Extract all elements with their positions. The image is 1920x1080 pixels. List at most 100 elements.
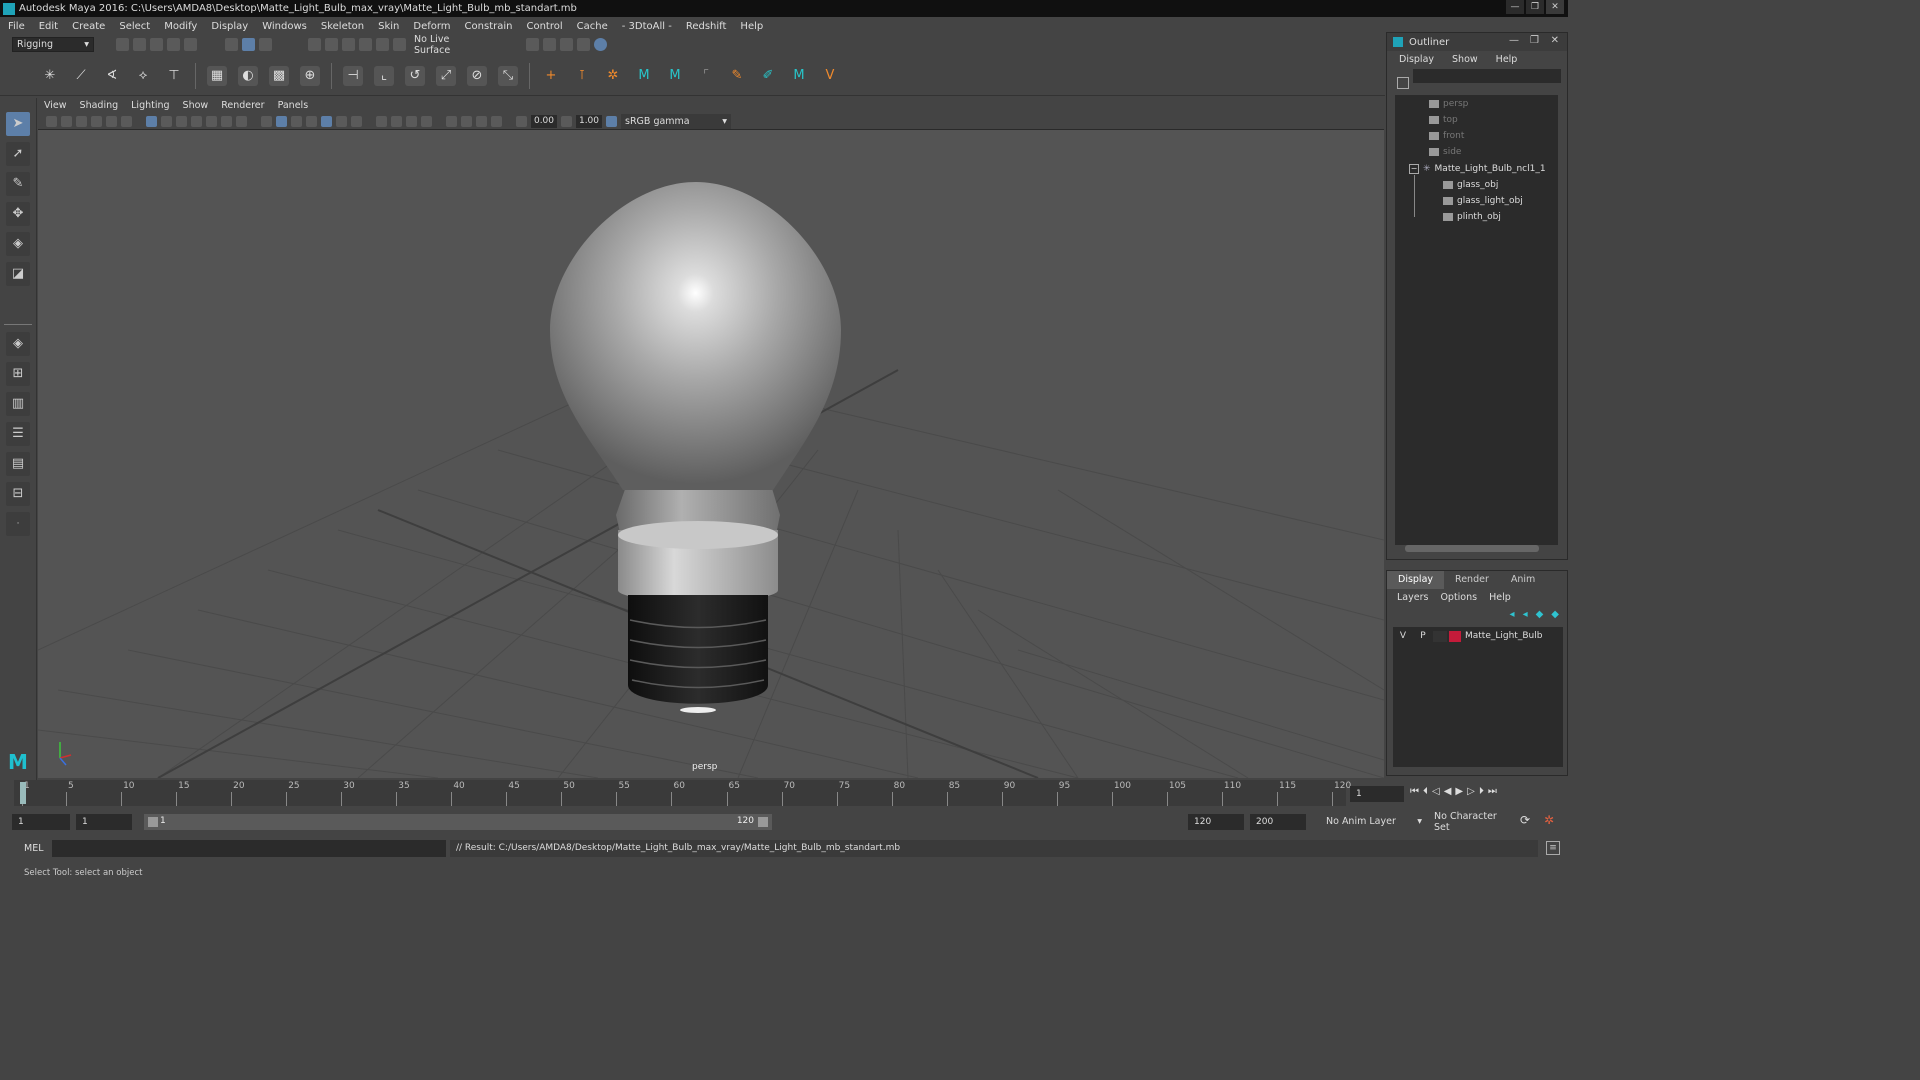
tab-anim[interactable]: Anim <box>1500 571 1546 589</box>
node-editor-layout-icon[interactable]: ⊟ <box>6 482 30 506</box>
tab-render[interactable]: Render <box>1444 571 1500 589</box>
script-editor-icon[interactable]: ≡ <box>1546 841 1560 855</box>
snap-curve-icon[interactable] <box>325 38 338 51</box>
refresh-icon[interactable] <box>1397 77 1409 89</box>
time-slider[interactable]: 1 5 10 15 20 25 30 35 40 45 50 55 60 65 70 75 80 85 90 95 10… <box>0 780 1568 808</box>
menu-skin[interactable]: Skin <box>378 21 399 32</box>
outliner-item-top[interactable]: top <box>1429 113 1458 127</box>
hik-character-icon[interactable]: M <box>665 66 685 86</box>
single-perspective-layout-icon[interactable]: ◈ <box>6 332 30 356</box>
new-layer-selected-icon[interactable]: ◆ <box>1551 609 1559 620</box>
select-component-icon[interactable] <box>259 38 272 51</box>
new-scene-icon[interactable] <box>116 38 129 51</box>
exposure-field[interactable]: 0.00 <box>531 114 557 128</box>
maximize-icon[interactable]: ❐ <box>1530 35 1539 46</box>
grease-pencil-icon[interactable] <box>121 115 132 127</box>
bind-skin-icon[interactable]: ▦ <box>207 65 227 86</box>
select-hierarchy-icon[interactable] <box>225 38 238 51</box>
wireframe-on-shaded-icon[interactable] <box>306 115 317 127</box>
viewport-menu-lighting[interactable]: Lighting <box>131 100 169 111</box>
pole-vector-icon[interactable]: ⤡ <box>498 65 518 86</box>
ik-spline-icon[interactable]: ∢ <box>102 66 122 86</box>
component-editor-icon[interactable]: ✐ <box>758 66 778 86</box>
viewport-menu-panels[interactable]: Panels <box>278 100 309 111</box>
four-view-layout-icon[interactable]: ⊞ <box>6 362 30 386</box>
layer-playback-toggle[interactable]: P <box>1413 631 1433 641</box>
maximize-button[interactable]: ❐ <box>1526 0 1544 14</box>
light-bulb-model[interactable] <box>550 182 841 713</box>
render-view-icon[interactable] <box>526 38 539 51</box>
blend-shape-icon[interactable]: V <box>820 66 840 86</box>
range-end-handle[interactable] <box>758 817 768 827</box>
hik-control-icon[interactable]: M <box>789 66 809 86</box>
menu-help[interactable]: Help <box>740 21 763 32</box>
menu-edit[interactable]: Edit <box>39 21 58 32</box>
menu-redshift[interactable]: Redshift <box>686 21 727 32</box>
outliner-search-input[interactable] <box>1413 69 1561 83</box>
auto-key-icon[interactable]: ⟳ <box>1520 813 1530 827</box>
playback-end-field[interactable]: 120 <box>1188 814 1244 830</box>
rotate-tool-icon[interactable]: ◈ <box>6 232 30 256</box>
redo-icon[interactable] <box>184 38 197 51</box>
select-object-icon[interactable] <box>242 38 255 51</box>
smooth-bind-icon[interactable]: ◐ <box>238 65 258 86</box>
motion-blur-icon[interactable] <box>391 115 402 127</box>
locator-icon[interactable]: + <box>541 66 561 86</box>
parent-constraint-icon[interactable]: ⊣ <box>343 65 363 86</box>
viewport-menu-view[interactable]: View <box>44 100 67 111</box>
snap-view-icon[interactable] <box>359 38 372 51</box>
layers-menu-help[interactable]: Help <box>1489 592 1511 603</box>
film-gate-icon[interactable] <box>161 115 172 127</box>
resolution-gate-icon[interactable] <box>176 115 187 127</box>
depth-of-field-icon[interactable] <box>421 115 432 127</box>
camera-attributes-icon[interactable] <box>61 115 72 127</box>
outliner-menu-display[interactable]: Display <box>1399 54 1434 65</box>
save-scene-icon[interactable] <box>150 38 163 51</box>
move-layer-down-icon[interactable]: ◂ <box>1523 609 1528 620</box>
preferences-icon[interactable]: ✲ <box>1544 813 1554 827</box>
snap-magnet-icon[interactable] <box>393 38 406 51</box>
current-time-indicator[interactable] <box>20 782 26 804</box>
step-back-key-icon[interactable]: ⏴ <box>1423 786 1428 797</box>
live-surface-field[interactable]: No Live Surface <box>410 34 488 56</box>
paint-select-icon[interactable]: ✎ <box>6 172 30 196</box>
menu-select[interactable]: Select <box>119 21 150 32</box>
blank-shelf-icon[interactable]: ⌜ <box>696 66 716 86</box>
paint-weights-icon[interactable]: ✎ <box>727 66 747 86</box>
menu-modify[interactable]: Modify <box>164 21 197 32</box>
hypershade-layout-icon[interactable]: ▤ <box>6 452 30 476</box>
snap-surface-icon[interactable] <box>376 38 389 51</box>
script-language-toggle[interactable]: MEL <box>24 843 44 854</box>
cluster-icon[interactable]: ⊕ <box>300 65 320 86</box>
playback-range-bar[interactable]: 1 120 <box>144 814 772 830</box>
menu-display[interactable]: Display <box>211 21 248 32</box>
menu-file[interactable]: File <box>8 21 25 32</box>
anti-aliasing-icon[interactable] <box>406 115 417 127</box>
go-to-start-icon[interactable]: ⏮ <box>1410 786 1419 797</box>
minimize-icon[interactable]: — <box>1509 35 1519 46</box>
layer-type-toggle[interactable] <box>1433 630 1447 642</box>
outliner-item-glass[interactable]: glass_obj <box>1443 178 1498 192</box>
shadows-icon[interactable] <box>351 115 362 127</box>
point-constraint-icon[interactable]: ⌞ <box>374 65 394 86</box>
viewport-menu-shading[interactable]: Shading <box>80 100 119 111</box>
bookmark-icon[interactable] <box>76 115 87 127</box>
menu-cache[interactable]: Cache <box>577 21 608 32</box>
layer-row[interactable]: V P Matte_Light_Bulb <box>1393 629 1563 643</box>
hypershade-icon[interactable] <box>594 38 607 51</box>
safe-action-icon[interactable] <box>221 115 232 127</box>
insert-joint-icon[interactable]: ⟡ <box>133 66 153 86</box>
xray-components-icon[interactable] <box>491 115 502 127</box>
ipr-render-icon[interactable] <box>560 38 573 51</box>
menu-3dtoall[interactable]: - 3DtoAll - <box>622 21 672 32</box>
horizontal-scrollbar[interactable] <box>1405 545 1539 552</box>
menu-control[interactable]: Control <box>526 21 562 32</box>
go-to-end-icon[interactable]: ⏭ <box>1488 786 1497 797</box>
outliner-menu-help[interactable]: Help <box>1496 54 1518 65</box>
layer-visibility-toggle[interactable]: V <box>1393 631 1413 641</box>
orient-constraint-icon[interactable]: ↺ <box>405 65 425 86</box>
two-d-pan-icon[interactable] <box>106 115 117 127</box>
safe-title-icon[interactable] <box>236 115 247 127</box>
open-scene-icon[interactable] <box>133 38 146 51</box>
menu-windows[interactable]: Windows <box>262 21 307 32</box>
